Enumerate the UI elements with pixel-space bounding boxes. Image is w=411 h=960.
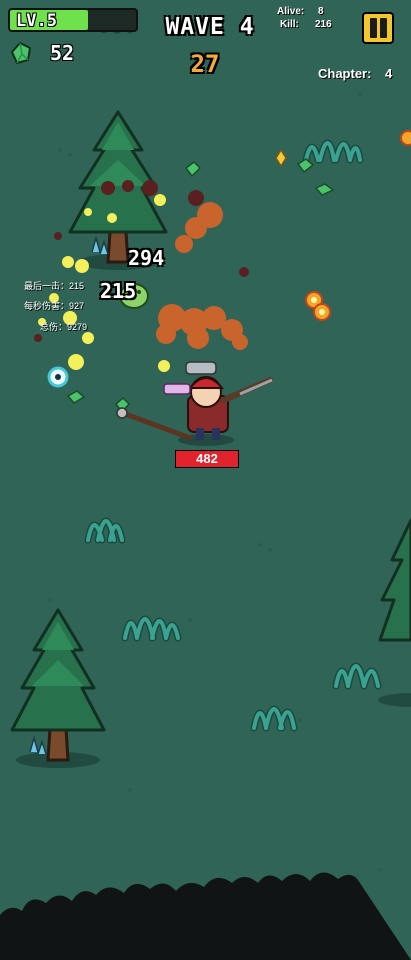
pause-icon: [370, 18, 377, 38]
kill-count: 216: [315, 19, 332, 30]
damage-number: 294: [128, 246, 165, 270]
green-gem-icon: [11, 42, 31, 64]
alive-label: Alive:: [277, 6, 305, 17]
player-hp-bar: 482: [175, 450, 239, 468]
pause-icon: [380, 18, 387, 38]
chapter-number: 4: [385, 66, 393, 81]
level-progress-bar: LV.5: [8, 8, 138, 32]
total-damage-readout: 总伤：9279: [40, 322, 88, 332]
gold-gem-drop: [275, 148, 287, 168]
explosion-cloud-2: [156, 304, 248, 350]
chapter-label: Chapter:: [318, 66, 372, 81]
pine-tree-2: [10, 608, 106, 768]
grass-tuft-3: [250, 705, 298, 732]
level-label: LV.5: [16, 11, 57, 31]
explosion-cloud-1: [175, 202, 223, 253]
grass-tuft-2: [121, 615, 182, 642]
eyeball-enemy: [47, 366, 69, 388]
player-hero: [116, 361, 273, 446]
pause-button[interactable]: [362, 12, 394, 44]
wave-label: WAVE 4: [165, 14, 255, 40]
alive-count: 8: [318, 6, 324, 17]
bottom-bush-silhouette: [0, 872, 411, 960]
grass-tuft-4: [332, 662, 382, 690]
dps-readout: 每秒伤害：927: [24, 301, 85, 311]
grass-tuft-1: [84, 517, 126, 544]
battlefield-scene: [0, 13, 411, 960]
wave-countdown: 27: [190, 50, 220, 78]
damage-number: 215: [100, 279, 137, 303]
last-hit-readout: 最后一击：215: [24, 281, 85, 291]
gem-count: 52: [50, 41, 75, 65]
kill-label: Kill:: [280, 19, 299, 30]
pine-tree-3: [378, 518, 411, 707]
grass-tuft-5: [302, 139, 364, 164]
